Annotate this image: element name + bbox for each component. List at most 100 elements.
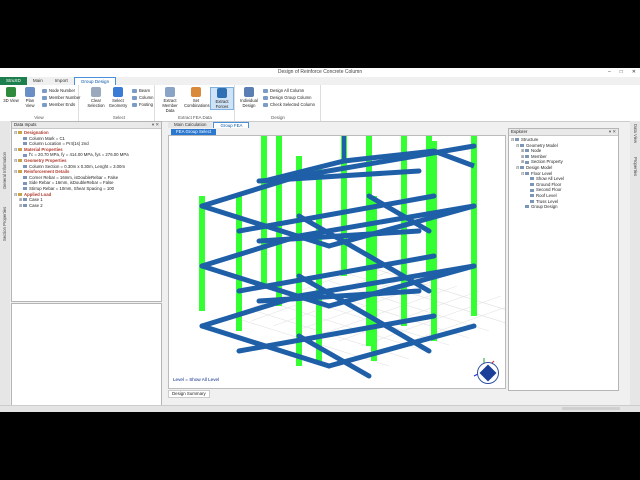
all-column-icon bbox=[263, 88, 268, 93]
tree-row[interactable]: Group Design bbox=[511, 204, 616, 210]
tab-import[interactable]: Import bbox=[49, 77, 74, 85]
tree-row-label: Group Design bbox=[531, 204, 558, 210]
member-number-label: Member Number bbox=[49, 95, 81, 100]
node-icon bbox=[23, 153, 27, 157]
ribbon-group-design: Individual Design Design All Column Desi… bbox=[236, 85, 321, 121]
beam-icon bbox=[132, 88, 137, 93]
design-all-column-option[interactable]: Design All Column bbox=[263, 88, 304, 93]
check-selected-column-label: Check Selected Column bbox=[270, 102, 315, 107]
design-summary-tab[interactable]: Design Summary bbox=[168, 390, 210, 398]
design-group-column-option[interactable]: Design Group Column bbox=[263, 95, 311, 100]
extract-forces-label: Extract Forces bbox=[215, 99, 229, 109]
node-icon bbox=[525, 155, 529, 159]
tab-group-fea[interactable]: Group FEA bbox=[213, 122, 250, 128]
select-footing-option[interactable]: Footing bbox=[132, 102, 153, 107]
structure-model[interactable] bbox=[169, 101, 530, 388]
individual-design-label: Individual Design bbox=[240, 98, 258, 108]
data-inputs-header: Data Inputs ▾ ✕ bbox=[12, 122, 161, 129]
node-icon bbox=[18, 148, 22, 152]
set-combinations-button[interactable]: Set Combinations bbox=[184, 87, 210, 108]
maximize-button[interactable]: □ bbox=[620, 69, 623, 75]
3d-view-label: 3D View bbox=[3, 98, 19, 103]
node-icon bbox=[530, 199, 534, 203]
right-side-strip: Data View Properties bbox=[630, 121, 640, 412]
cube-icon bbox=[6, 87, 16, 97]
document-tabs: Main Calculation Group FEA bbox=[168, 122, 250, 128]
plan-icon bbox=[25, 87, 35, 97]
secondary-panel bbox=[11, 303, 162, 411]
ribbon: 3D View Plan View Node Number Member Num… bbox=[0, 85, 640, 122]
select-geometry-button[interactable]: Select Geometry bbox=[108, 87, 128, 108]
panel-pin-close[interactable]: ▾ ✕ bbox=[152, 122, 159, 128]
node-icon bbox=[23, 204, 27, 208]
geometry-icon bbox=[113, 87, 123, 97]
check-selected-column-option[interactable]: Check Selected Column bbox=[263, 102, 315, 107]
member-ends-label: Member Ends bbox=[49, 102, 76, 107]
ribbon-group-view: 3D View Plan View Node Number Member Num… bbox=[0, 85, 80, 121]
explorer-tree: ⊟ Structure ⊟ Geometry Model ⊞ Node ⊞ Member ⊞ Se… bbox=[509, 136, 618, 211]
node-icon bbox=[23, 136, 27, 140]
left-side-strip: General Information Section Properties bbox=[0, 121, 10, 412]
node-icon bbox=[520, 143, 524, 147]
node-number-option[interactable]: Node Number bbox=[42, 88, 75, 93]
node-icon bbox=[520, 166, 524, 170]
node-icon bbox=[530, 177, 534, 181]
side-tab-section-properties[interactable]: Section Properties bbox=[2, 207, 7, 241]
side-tab-general-information[interactable]: General Information bbox=[2, 152, 7, 189]
select-column-option[interactable]: Column bbox=[132, 95, 153, 100]
view-cube-inner bbox=[479, 364, 497, 382]
minimize-button[interactable]: – bbox=[608, 69, 611, 75]
tab-group-design[interactable]: Group Design bbox=[73, 77, 117, 85]
tab-main-calculation[interactable]: Main Calculation bbox=[168, 122, 213, 128]
group-label-view: View bbox=[34, 115, 44, 120]
node-icon bbox=[23, 164, 27, 168]
explorer-title: Explorer bbox=[511, 129, 528, 134]
forces-icon bbox=[217, 88, 227, 98]
ribbon-group-extract: Extract Member Data Set Combinations Ext… bbox=[156, 85, 235, 121]
ribbon-group-select: Clear Selection Select Geometry Beam Col… bbox=[84, 85, 155, 121]
ends-icon bbox=[42, 102, 47, 107]
node-icon bbox=[23, 187, 27, 191]
3d-view-button[interactable]: 3D View bbox=[2, 87, 20, 103]
plan-view-button[interactable]: Plan View bbox=[22, 87, 38, 108]
data-inputs-panel: Data Inputs ▾ ✕ ⊟ Designation Column Mark … bbox=[11, 121, 162, 302]
side-tab-properties[interactable]: Properties bbox=[633, 157, 638, 176]
individual-design-button[interactable]: Individual Design bbox=[238, 87, 260, 108]
explorer-pin-close[interactable]: ▾ ✕ bbox=[609, 129, 616, 135]
tree-row-label: Case 2 bbox=[29, 202, 43, 208]
tab-file[interactable]: StruXD bbox=[0, 77, 27, 85]
footing-label: Footing bbox=[139, 102, 153, 107]
node-icon bbox=[18, 170, 22, 174]
column-label: Column bbox=[139, 95, 154, 100]
combinations-icon bbox=[191, 87, 201, 97]
node-icon bbox=[18, 159, 22, 163]
view-cube-icon[interactable] bbox=[477, 362, 499, 384]
extract-forces-button[interactable]: Extract Forces bbox=[210, 87, 234, 110]
footing-icon bbox=[132, 102, 137, 107]
group-column-icon bbox=[263, 95, 268, 100]
node-icon bbox=[530, 188, 534, 192]
close-button[interactable]: ✕ bbox=[632, 69, 636, 75]
eraser-icon bbox=[91, 87, 101, 97]
explorer-panel: Explorer ▾ ✕ ⊟ Structure ⊟ Geometry Model ⊞ N… bbox=[508, 128, 619, 391]
member-number-option[interactable]: Member Number bbox=[42, 95, 80, 100]
node-icon bbox=[525, 160, 529, 164]
node-icon bbox=[23, 181, 27, 185]
node-icon bbox=[42, 88, 47, 93]
clear-selection-button[interactable]: Clear Selection bbox=[86, 87, 106, 108]
3d-viewport[interactable]: Level = Show All Level bbox=[168, 101, 530, 389]
select-beam-option[interactable]: Beam bbox=[132, 88, 150, 93]
level-indicator: Level = Show All Level bbox=[173, 377, 220, 382]
group-label-extract: Extract FEA Data bbox=[178, 115, 212, 120]
extract-member-data-button[interactable]: Extract Member Data bbox=[158, 87, 182, 113]
check-icon bbox=[263, 102, 268, 107]
data-inputs-title: Data Inputs bbox=[14, 122, 37, 127]
node-icon bbox=[525, 171, 529, 175]
tab-main[interactable]: Main bbox=[27, 77, 49, 85]
member-ends-option[interactable]: Member Ends bbox=[42, 102, 75, 107]
group-label-design: Design bbox=[271, 115, 285, 120]
horizontal-scrollbar[interactable] bbox=[562, 407, 620, 410]
tree-row[interactable]: ⊞ Case 2 bbox=[14, 203, 159, 209]
side-tab-data-view[interactable]: Data View bbox=[633, 124, 638, 143]
node-icon bbox=[18, 131, 22, 135]
